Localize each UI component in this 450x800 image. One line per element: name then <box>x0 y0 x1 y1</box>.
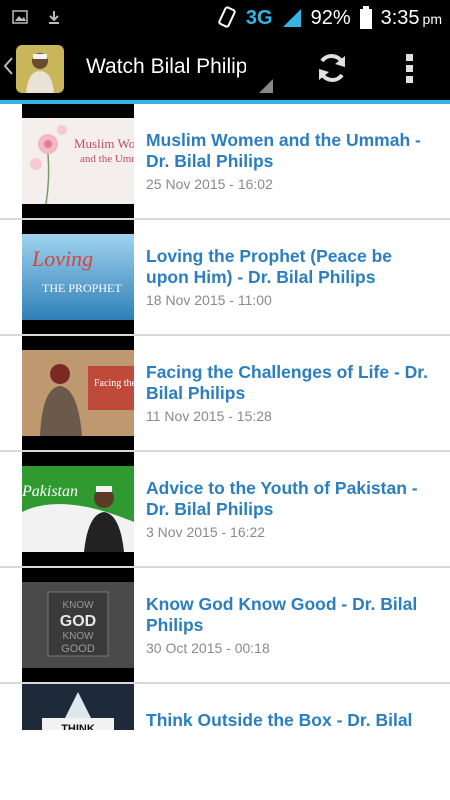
clock: 3:35 pm <box>381 7 442 30</box>
list-item[interactable]: Facing the Challenges of Life Facing the… <box>0 336 450 452</box>
clock-ampm: pm <box>422 10 442 27</box>
video-title[interactable]: Advice to the Youth of Pakistan - Dr. Bi… <box>146 478 436 520</box>
video-thumbnail[interactable]: Pakistan <box>22 452 134 566</box>
list-item[interactable]: THINK Think Outside the Box - Dr. Bilal … <box>0 684 450 736</box>
video-thumbnail[interactable]: THINK <box>22 684 134 736</box>
refresh-icon[interactable] <box>314 50 350 86</box>
image-icon <box>12 10 28 24</box>
video-date: 25 Nov 2015 - 16:02 <box>146 176 273 192</box>
signal-icon <box>282 9 301 27</box>
app-icon[interactable] <box>16 45 64 93</box>
list-item[interactable]: KNOW GOD KNOW GOOD Know God Know Good - … <box>0 568 450 684</box>
clock-time: 3:35 <box>380 6 420 29</box>
video-date: 11 Nov 2015 - 15:28 <box>146 408 272 424</box>
video-thumbnail[interactable]: Loving THE PROPHET <box>22 220 134 334</box>
status-bar: 3G 92% 3:35 pm <box>0 0 450 36</box>
svg-text:KNOW: KNOW <box>62 631 94 642</box>
spinner-triangle-icon[interactable] <box>259 79 273 93</box>
svg-text:GOOD: GOOD <box>61 643 95 655</box>
svg-text:KNOW: KNOW <box>62 600 94 611</box>
thumb-subtext: and the Ummah <box>80 153 134 165</box>
video-date: 3 Nov 2015 - 16:22 <box>146 524 266 540</box>
video-title[interactable]: Muslim Women and the Ummah - Dr. Bilal P… <box>146 130 436 172</box>
thumb-text: Muslim Women <box>74 136 134 151</box>
overflow-menu-icon[interactable] <box>400 50 420 86</box>
thumb-text: GOD <box>60 613 96 630</box>
thumb-subtext: THE PROPHET <box>42 281 122 295</box>
up-caret-icon[interactable] <box>2 54 14 78</box>
video-title[interactable]: Facing the Challenges of Life - Dr. Bila… <box>146 362 436 404</box>
video-thumbnail[interactable]: Muslim Women and the Ummah <box>22 104 134 218</box>
video-date: 18 Nov 2015 - 11:00 <box>146 292 272 308</box>
list-item[interactable]: Loving THE PROPHET Loving the Prophet (P… <box>0 220 450 336</box>
battery-percent: 92% <box>310 6 351 29</box>
list-item[interactable]: Pakistan Advice to the Youth of Pakistan… <box>0 452 450 568</box>
thumb-text: Facing the Challenges of Life <box>94 378 134 389</box>
action-bar: Watch Bilal Philips <box>0 36 450 100</box>
thumb-text: Pakistan <box>22 483 78 500</box>
video-thumbnail[interactable]: Facing the Challenges of Life <box>22 336 134 450</box>
vibrate-icon <box>218 6 236 28</box>
empty-area <box>0 730 450 800</box>
app-title[interactable]: Watch Bilal Philips <box>86 55 246 83</box>
video-title[interactable]: Know God Know Good - Dr. Bilal Philips <box>146 594 436 636</box>
video-list: Muslim Women and the Ummah Muslim Women … <box>0 104 450 736</box>
download-icon <box>49 11 59 24</box>
thumb-text: Loving <box>31 246 93 271</box>
battery-icon <box>359 6 372 29</box>
video-thumbnail[interactable]: KNOW GOD KNOW GOOD <box>22 568 134 682</box>
list-item[interactable]: Muslim Women and the Ummah Muslim Women … <box>0 104 450 220</box>
video-title[interactable]: Loving the Prophet (Peace be upon Him) -… <box>146 246 436 288</box>
network-type: 3G <box>245 6 273 29</box>
video-date: 30 Oct 2015 - 00:18 <box>146 640 270 656</box>
